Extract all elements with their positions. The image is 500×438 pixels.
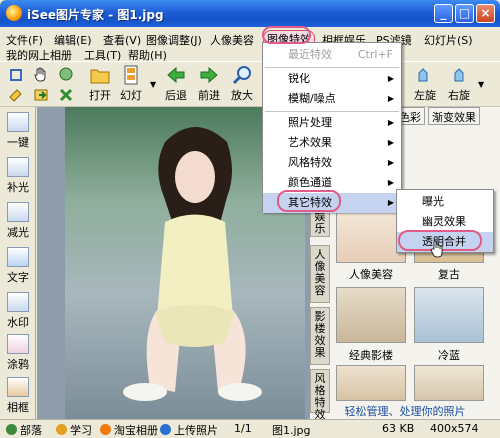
text-icon	[7, 247, 29, 267]
thumb-cool-blue[interactable]	[414, 287, 484, 343]
frame-button[interactable]: 相框	[2, 377, 34, 415]
redeye-icon[interactable]	[8, 87, 24, 103]
arrow-left-icon	[167, 66, 185, 84]
maximize-button[interactable]: □	[455, 4, 474, 23]
thumb-style-2[interactable]	[414, 365, 484, 401]
menu-blur-noise[interactable]: 模糊/噪点 ▶	[263, 89, 401, 109]
export-icon[interactable]	[33, 87, 49, 103]
tribe-icon	[6, 424, 17, 435]
app-icon	[6, 5, 22, 21]
menu-sharpen[interactable]: 锐化 ▶	[263, 69, 401, 89]
thumb-label: 人像美容	[349, 268, 393, 281]
slideshow-button[interactable]: 幻灯	[118, 65, 144, 103]
menu-edit[interactable]: 编辑(E)	[54, 32, 92, 48]
zoom-button[interactable]: 放大	[229, 65, 255, 103]
menu-recent-effects: 最近特效 Ctrl+F	[288, 48, 393, 61]
rotate-right-icon	[454, 68, 464, 82]
image-effects-menu: 最近特效 Ctrl+F 锐化 ▶ 模糊/噪点 ▶ 照片处理 ▶ 艺术效果 ▶ 风格特效 ▶…	[262, 42, 402, 213]
zoom-icon	[232, 66, 251, 85]
status-bar: 部落 学习 淘宝相册 上传照片 1/1 图1.jpg 63 KB 400x574	[0, 419, 500, 437]
vtab-portrait[interactable]: 人像美容	[310, 245, 330, 303]
reduce-light-icon	[7, 202, 29, 222]
watermark-button[interactable]: 水印	[2, 292, 34, 330]
window-title: iSee图片专家 - 图1.jpg	[27, 8, 164, 22]
toolbar: 打开 幻灯 ▼ 后退 前进 放大 左旋 右旋 ▼	[0, 61, 500, 107]
fill-light-button[interactable]: 补光	[2, 157, 34, 195]
forward-button[interactable]: 前进	[196, 65, 222, 103]
open-button[interactable]: 打开	[87, 65, 113, 103]
vtab-studio[interactable]: 影楼效果	[310, 307, 330, 365]
slideshow-icon	[124, 65, 138, 85]
menu-portrait[interactable]: 人像美容	[210, 32, 254, 48]
status-page: 1/1	[234, 422, 252, 435]
thumb-label: 复古	[438, 268, 460, 281]
menu-view[interactable]: 查看(V)	[103, 32, 141, 48]
graffiti-button[interactable]: 涂鸦	[2, 334, 34, 372]
one-click-button[interactable]: 一键	[2, 112, 34, 150]
graffiti-icon	[7, 334, 29, 354]
text-button[interactable]: 文字	[2, 247, 34, 285]
highlight-oval-other	[277, 190, 341, 212]
status-filesize: 63 KB	[382, 422, 415, 435]
menu-art-effects[interactable]: 艺术效果 ▶	[263, 133, 401, 153]
reduce-light-button[interactable]: 减光	[2, 202, 34, 240]
slideshow-dropdown-icon[interactable]: ▼	[150, 80, 156, 89]
rotate-right-button[interactable]: 右旋	[446, 65, 472, 103]
close-button[interactable]: ×	[476, 4, 495, 23]
rotate-dropdown-icon[interactable]: ▼	[478, 80, 484, 89]
rotate-left-icon	[418, 68, 428, 82]
status-dimensions: 400x574	[430, 422, 479, 435]
folder-icon	[90, 69, 110, 84]
taobao-icon	[100, 424, 111, 435]
rotate-left-button[interactable]: 左旋	[412, 65, 438, 103]
learn-icon	[56, 424, 67, 435]
back-button[interactable]: 后退	[163, 65, 189, 103]
highlight-oval-menu	[262, 26, 311, 44]
crop-icon[interactable]	[8, 67, 24, 83]
menu-file[interactable]: 文件(F)	[6, 32, 43, 48]
hand-cursor-icon	[430, 240, 443, 258]
title-bar: iSee图片专家 - 图1.jpg _ □ ×	[0, 0, 500, 27]
one-click-icon	[7, 112, 29, 132]
arrow-right-icon	[200, 66, 218, 84]
fill-light-icon	[7, 157, 29, 177]
hand-icon[interactable]	[33, 66, 49, 82]
frame-icon	[7, 377, 29, 397]
thumb-label: 冷蓝	[438, 349, 460, 362]
left-tool-panel: 一键 补光 减光 文字 水印 涂鸦 相框	[0, 107, 36, 419]
menu-ghost-effect[interactable]: 幽灵效果	[397, 212, 493, 232]
color-picker-icon[interactable]	[58, 66, 74, 82]
minimize-button[interactable]: _	[434, 4, 453, 23]
menu-exposure[interactable]: 曝光	[397, 192, 493, 212]
menu-bar: 文件(F) 编辑(E) 查看(V) 图像调整(J) 人像美容 图像特效 相框娱乐…	[0, 27, 500, 62]
menu-separator	[265, 111, 399, 112]
thumb-style-1[interactable]	[336, 365, 406, 401]
thumb-classic-studio[interactable]	[336, 287, 406, 343]
menu-separator	[265, 67, 399, 68]
menu-image-adjust[interactable]: 图像调整(J)	[146, 32, 202, 48]
panel-footer-text: 轻松管理、处理你的照片	[344, 405, 466, 418]
delete-icon[interactable]	[58, 87, 74, 103]
upload-icon	[160, 424, 171, 435]
menu-photo-processing[interactable]: 照片处理 ▶	[263, 113, 401, 133]
watermark-icon	[7, 292, 29, 312]
menu-slideshow[interactable]: 幻灯片(S)	[424, 32, 473, 48]
tab-gradient[interactable]: 渐变效果	[428, 107, 480, 125]
menu-style-effects[interactable]: 风格特效 ▶	[263, 153, 401, 173]
thumb-label: 经典影楼	[349, 349, 393, 362]
